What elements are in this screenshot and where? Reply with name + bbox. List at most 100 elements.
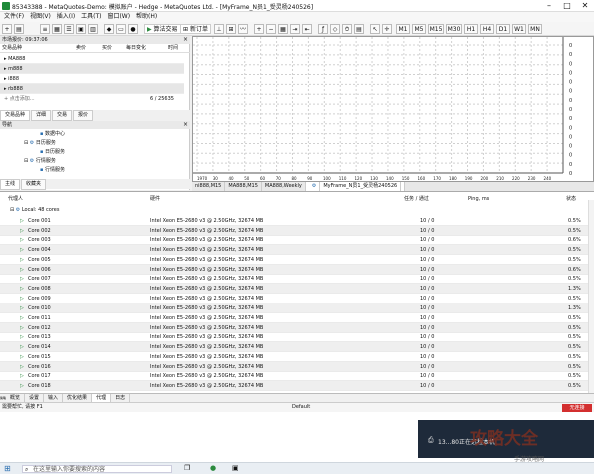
mt5-taskbar-icon[interactable]: ● — [210, 464, 216, 472]
agent-row[interactable]: ▷ Core 012 Intel Xeon E5-2680 v3 @ 2.50GHz… — [0, 322, 588, 333]
tab-ticks[interactable]: 报价 — [73, 110, 94, 121]
terminal-icon[interactable]: ▭ — [116, 24, 126, 34]
tester-icon[interactable]: ▥ — [88, 24, 98, 34]
minimize-button[interactable]: – — [540, 0, 558, 12]
symbol-row[interactable]: ▸ i888 — [0, 74, 184, 84]
cursor-icon[interactable]: ↖ — [370, 24, 380, 34]
shift-icon[interactable]: ⇤ — [302, 24, 312, 34]
agent-row[interactable]: ▷ Core 013 Intel Xeon E5-2680 v3 @ 2.50GHz… — [0, 332, 588, 343]
chart-candle-icon[interactable]: ⊞ — [226, 24, 236, 34]
task-view-icon[interactable]: ❐ — [184, 464, 190, 472]
scroll-icon[interactable]: ⇥ — [290, 24, 300, 34]
agent-row[interactable]: ▷ Core 015 Intel Xeon E5-2680 v3 @ 2.50GHz… — [0, 352, 588, 362]
nav-item-calendar[interactable]: ⊟ ⚙ 日历服务 — [24, 139, 56, 147]
chart-tab-2[interactable]: MA888,M15 — [225, 182, 262, 191]
local-cores-group[interactable]: ⊟ ⚙ Local: 48 cores — [10, 206, 59, 215]
objects-icon[interactable]: ◇ — [330, 24, 340, 34]
close-icon[interactable]: × — [183, 121, 188, 129]
menu-insert[interactable]: 插入(I) — [57, 12, 75, 22]
menu-view[interactable]: 视图(V) — [30, 12, 51, 22]
tf-h4[interactable]: H4 — [480, 24, 494, 34]
tab-common[interactable]: 主线 — [0, 179, 21, 190]
market-watch-icon[interactable]: ≡ — [40, 24, 50, 34]
agent-row[interactable]: ▷ Core 007 Intel Xeon E5-2680 v3 @ 2.50GHz… — [0, 274, 588, 285]
tab-trading[interactable]: 交易 — [52, 110, 73, 121]
maximize-button[interactable]: □ — [558, 0, 576, 12]
nav-item-quotes-child[interactable]: ▪ 行情服务 — [40, 166, 65, 174]
tf-mn[interactable]: MN — [528, 24, 542, 34]
agent-row[interactable]: ▷ Core 006 Intel Xeon E5-2680 v3 @ 2.50GHz… — [0, 264, 588, 275]
col-time[interactable]: 时间 — [168, 44, 178, 53]
app-taskbar-icon[interactable]: ▣ — [232, 464, 239, 472]
col-hardware[interactable]: 硬件 — [150, 194, 160, 204]
algo-trading-button[interactable]: ▶ 算法交易 — [144, 24, 181, 34]
symbol-row[interactable]: ▸ MA888 — [0, 54, 184, 64]
agent-row[interactable]: ▷ Core 018 Intel Xeon E5-2680 v3 @ 2.50GHz… — [0, 380, 588, 391]
tab-symbols[interactable]: 交易品种 — [0, 110, 31, 121]
tab-settings[interactable]: 设置 — [25, 394, 45, 402]
zoom-in-icon[interactable]: + — [254, 24, 264, 34]
agent-row[interactable]: ▷ Core 005 Intel Xeon E5-2680 v3 @ 2.50GHz… — [0, 255, 588, 265]
col-bid[interactable]: 卖价 — [76, 44, 86, 53]
navigator-icon[interactable]: ☰ — [64, 24, 74, 34]
col-tasks[interactable]: 任务 / 通过 — [404, 194, 429, 204]
tf-m5[interactable]: M5 — [412, 24, 426, 34]
agent-row[interactable]: ▷ Core 003 Intel Xeon E5-2680 v3 @ 2.50GHz… — [0, 235, 588, 246]
add-symbol-row[interactable]: + 点击添加... 6 / 25635 — [0, 94, 184, 104]
symbol-row[interactable]: ▸ rb888 — [0, 84, 184, 94]
tf-d1[interactable]: D1 — [496, 24, 510, 34]
windows-start-icon[interactable]: ⊞ — [4, 464, 11, 473]
new-order-button[interactable]: ⊞ 新订单 — [180, 24, 211, 34]
connection-status-badge[interactable]: 无连接 — [562, 404, 592, 412]
zoom-out-icon[interactable]: − — [266, 24, 276, 34]
agent-row[interactable]: ▷ Core 008 Intel Xeon E5-2680 v3 @ 2.50GHz… — [0, 283, 588, 294]
data-window-icon[interactable]: ▦ — [52, 24, 62, 34]
col-symbol[interactable]: 交易品种 — [2, 44, 22, 53]
tf-m30[interactable]: M30 — [446, 24, 462, 34]
chart-tab-4[interactable]: ⚙ MyFrame_N员1_受灵杨240526 — [305, 182, 406, 191]
tab-optimization-results[interactable]: 优化结果 — [63, 394, 93, 402]
col-status[interactable]: 状态 — [566, 194, 576, 204]
tab-favorites[interactable]: 收藏夹 — [21, 179, 47, 190]
toolbox-icon[interactable]: ▣ — [76, 24, 86, 34]
ide-icon[interactable]: ◆ — [104, 24, 114, 34]
col-ask[interactable]: 买价 — [102, 44, 112, 53]
tf-h1[interactable]: H1 — [464, 24, 478, 34]
crosshair-icon[interactable]: ✛ — [382, 24, 392, 34]
profiles-icon[interactable]: ▤ — [14, 24, 24, 34]
nav-item-calendar-child[interactable]: ▪ 日历服务 — [40, 148, 65, 156]
col-agent[interactable]: 代理人 — [8, 194, 23, 204]
chart-window[interactable]: 0 0 0 0 0 0 0 0 0 0 0 0 0 0 0 1970 30 40 50 60 70 80 90 100 110 1… — [192, 36, 594, 182]
agent-row[interactable]: ▷ Core 014 Intel Xeon E5-2680 v3 @ 2.50GHz… — [0, 342, 588, 353]
tab-journal[interactable]: 日志 — [111, 394, 131, 402]
tab-details[interactable]: 详细 — [31, 110, 52, 121]
tf-m1[interactable]: M1 — [396, 24, 410, 34]
periods-icon[interactable]: ⏱ — [342, 24, 352, 34]
agent-row[interactable]: ▷ Core 017 Intel Xeon E5-2680 v3 @ 2.50GHz… — [0, 371, 588, 382]
vertical-scrollbar[interactable] — [588, 200, 594, 393]
agent-row[interactable]: ▷ Core 004 Intel Xeon E5-2680 v3 @ 2.50GHz… — [0, 245, 588, 256]
menu-tools[interactable]: 工具(T) — [81, 12, 101, 22]
col-daily-change[interactable]: 每日变化 — [126, 44, 146, 53]
chart-tab-1[interactable]: ni888,M15 — [192, 182, 226, 191]
symbol-row[interactable]: ▸ m888 — [0, 64, 184, 74]
templates-icon[interactable]: ▤ — [354, 24, 364, 34]
tf-m15[interactable]: M15 — [428, 24, 444, 34]
agent-row[interactable]: ▷ Core 002 Intel Xeon E5-2680 v3 @ 2.50GHz… — [0, 225, 588, 236]
tf-w1[interactable]: W1 — [512, 24, 526, 34]
menu-window[interactable]: 窗口(W) — [107, 12, 130, 22]
taskbar-search-input[interactable]: ⌕ 在这里输入你要搜索的内容 — [22, 465, 172, 473]
new-chart-icon[interactable]: + — [2, 24, 12, 34]
close-button[interactable]: ✕ — [576, 0, 594, 12]
tab-inputs[interactable]: 输入 — [44, 394, 64, 402]
col-ping[interactable]: Ping, ms — [468, 194, 489, 204]
menu-help[interactable]: 帮助(H) — [136, 12, 157, 22]
agent-row[interactable]: ▷ Core 001 Intel Xeon E5-2680 v3 @ 2.50GHz… — [0, 216, 588, 226]
nav-item-data-center[interactable]: ▪ 数据中心 — [40, 130, 65, 138]
agent-row[interactable]: ▷ Core 016 Intel Xeon E5-2680 v3 @ 2.50GHz… — [0, 361, 588, 372]
agent-row[interactable]: ▷ Core 010 Intel Xeon E5-2680 v3 @ 2.50GHz… — [0, 303, 588, 314]
agent-row[interactable]: ▷ Core 011 Intel Xeon E5-2680 v3 @ 2.50GHz… — [0, 313, 588, 323]
chat-icon[interactable]: ● — [128, 24, 138, 34]
tab-overview[interactable]: 概览 — [6, 394, 26, 402]
indicators-icon[interactable]: ƒ — [318, 24, 328, 34]
